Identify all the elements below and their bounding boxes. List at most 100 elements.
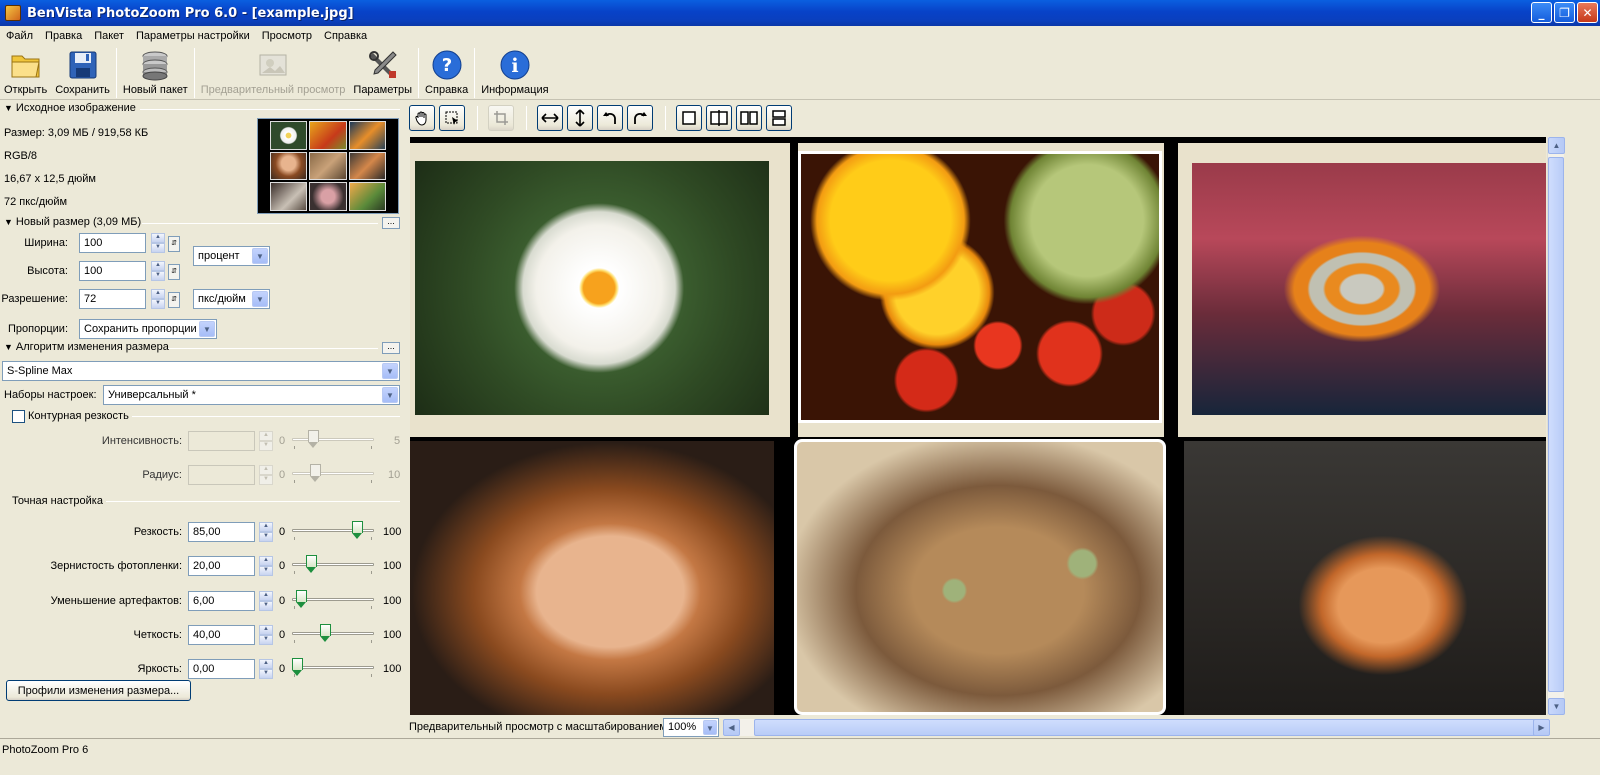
intensity-spinner[interactable]: ▲ ▼: [259, 431, 273, 451]
save-button[interactable]: Сохранить: [51, 45, 114, 99]
single-view-button[interactable]: [676, 105, 702, 131]
scroll-down-button[interactable]: ▼: [1548, 698, 1565, 715]
fine-tuning-value-input[interactable]: 40,00: [188, 625, 255, 645]
preview-image-icon: [257, 49, 289, 81]
algorithm-section-toggle[interactable]: ▼ Алгоритм изменения размера: [4, 341, 169, 353]
menu-edit[interactable]: Правка: [39, 30, 88, 42]
split-view-button[interactable]: [706, 105, 732, 131]
fine-tuning-value-input[interactable]: 20,00: [188, 556, 255, 576]
proportions-select[interactable]: Сохранить пропорции ▼: [79, 319, 217, 339]
width-input[interactable]: 100: [79, 233, 146, 253]
intensity-slider[interactable]: [292, 429, 374, 451]
fine-tuning-slider[interactable]: [292, 657, 374, 679]
slider-thumb[interactable]: [292, 658, 303, 676]
slider-thumb[interactable]: [352, 521, 363, 539]
fine-tuning-spinner[interactable]: ▲ ▼: [259, 522, 273, 542]
width-spinner[interactable]: ▲ ▼: [151, 233, 165, 253]
woman-photo: [410, 441, 774, 715]
toolbar-separator: [477, 106, 478, 130]
algorithm-options-button[interactable]: ...: [382, 342, 400, 354]
preview-canvas[interactable]: [410, 137, 1546, 715]
scroll-left-button[interactable]: ◀: [723, 719, 740, 736]
resize-profiles-button[interactable]: Профили изменения размера...: [6, 680, 191, 701]
fine-tuning-value-input[interactable]: 6,00: [188, 591, 255, 611]
minimize-button[interactable]: _: [1531, 2, 1552, 23]
new-batch-button[interactable]: Новый пакет: [119, 45, 192, 99]
crop-tool-button[interactable]: [488, 105, 514, 131]
menu-view[interactable]: Просмотр: [256, 30, 318, 42]
fine-tuning-spinner[interactable]: ▲ ▼: [259, 659, 273, 679]
side-by-side-view-button[interactable]: [736, 105, 762, 131]
rotate-right-button[interactable]: [627, 105, 653, 131]
chevron-down-icon: ▼: [382, 387, 398, 403]
intensity-max: 5: [394, 435, 401, 447]
fine-tuning-slider[interactable]: [292, 520, 374, 542]
bottom-strip: [0, 760, 1600, 775]
resolution-link-icon[interactable]: ⇵: [168, 292, 180, 308]
scroll-thumb[interactable]: [754, 719, 1542, 736]
flip-horizontal-button[interactable]: [537, 105, 563, 131]
help-button[interactable]: ? Справка: [421, 45, 472, 99]
flip-vertical-button[interactable]: [567, 105, 593, 131]
menu-bar: Файл Правка Пакет Параметры настройки Пр…: [0, 26, 1600, 45]
menu-file[interactable]: Файл: [0, 30, 39, 42]
preview-vertical-scrollbar[interactable]: ▲ ▼: [1547, 137, 1565, 715]
source-section-toggle[interactable]: ▼ Исходное изображение: [4, 102, 136, 114]
hand-tool-button[interactable]: [409, 105, 435, 131]
fine-tuning-slider[interactable]: [292, 589, 374, 611]
app-icon: [5, 5, 21, 21]
preview-horizontal-scrollbar[interactable]: ◀ ▶: [723, 719, 1550, 736]
height-input[interactable]: 100: [79, 261, 146, 281]
menu-settings[interactable]: Параметры настройки: [130, 30, 256, 42]
slider-thumb[interactable]: [306, 555, 317, 573]
slider-thumb[interactable]: [320, 624, 331, 642]
intensity-input[interactable]: [188, 431, 255, 451]
fine-tuning-slider[interactable]: [292, 554, 374, 576]
intensity-min: 0: [279, 435, 286, 447]
scroll-right-button[interactable]: ▶: [1533, 719, 1550, 736]
menu-help[interactable]: Справка: [318, 30, 373, 42]
fine-tuning-label: Четкость:: [133, 629, 182, 641]
slider-thumb[interactable]: [308, 430, 319, 448]
proportions-label: Пропорции:: [8, 323, 68, 335]
slider-thumb[interactable]: [310, 464, 321, 482]
radius-slider[interactable]: [292, 463, 374, 485]
resolution-input[interactable]: 72: [79, 289, 146, 309]
fine-tuning-value-input[interactable]: 0,00: [188, 659, 255, 679]
menu-batch[interactable]: Пакет: [88, 30, 130, 42]
info-button[interactable]: i Информация: [477, 45, 552, 99]
black-gap: [790, 137, 798, 437]
settings-button[interactable]: Параметры: [349, 45, 416, 99]
slider-thumb[interactable]: [296, 590, 307, 608]
rotate-left-button[interactable]: [597, 105, 623, 131]
fine-tuning-min: 0: [279, 526, 286, 538]
fine-tuning-spinner[interactable]: ▲ ▼: [259, 556, 273, 576]
info-icon: i: [499, 49, 531, 81]
preview-button[interactable]: Предварительный просмотр: [197, 45, 350, 99]
width-unit-link-icon[interactable]: ⇵: [168, 236, 180, 252]
unsharp-mask-checkbox[interactable]: [12, 410, 25, 423]
fine-tuning-spinner[interactable]: ▲ ▼: [259, 625, 273, 645]
size-unit-select[interactable]: процент ▼: [193, 246, 270, 266]
open-button[interactable]: Открыть: [0, 45, 51, 99]
new-size-options-button[interactable]: ...: [382, 217, 400, 229]
resolution-unit-select[interactable]: пкс/дюйм ▼: [193, 289, 270, 309]
radius-spinner[interactable]: ▲ ▼: [259, 465, 273, 485]
height-unit-link-icon[interactable]: ⇵: [168, 264, 180, 280]
close-button[interactable]: ✕: [1577, 2, 1598, 23]
height-spinner[interactable]: ▲ ▼: [151, 261, 165, 281]
scroll-up-button[interactable]: ▲: [1548, 137, 1565, 154]
selection-tool-button[interactable]: [439, 105, 465, 131]
scroll-thumb[interactable]: [1548, 157, 1564, 692]
algorithm-select[interactable]: S-Spline Max ▼: [2, 361, 400, 381]
radius-input[interactable]: [188, 465, 255, 485]
fine-tuning-slider[interactable]: [292, 623, 374, 645]
fine-tuning-value-input[interactable]: 85,00: [188, 522, 255, 542]
fine-tuning-spinner[interactable]: ▲ ▼: [259, 591, 273, 611]
stacked-view-button[interactable]: [766, 105, 792, 131]
zoom-select[interactable]: 100% ▼: [663, 718, 719, 737]
resolution-spinner[interactable]: ▲ ▼: [151, 289, 165, 309]
new-size-section-toggle[interactable]: ▼ Новый размер (3,09 МБ): [4, 216, 141, 228]
maximize-button[interactable]: ❐: [1554, 2, 1575, 23]
presets-select[interactable]: Универсальный * ▼: [103, 385, 400, 405]
